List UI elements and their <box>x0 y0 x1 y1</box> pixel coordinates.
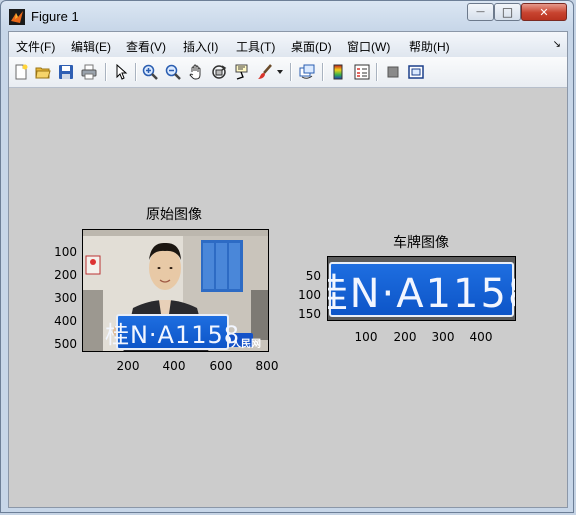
close-icon: ✕ <box>539 5 549 19</box>
right-xtick: 100 <box>354 330 378 344</box>
edit-plot-arrow-icon[interactable] <box>112 63 130 81</box>
menu-view[interactable]: 查看(V) <box>126 38 166 55</box>
window-title: Figure 1 <box>31 9 79 24</box>
toolbar-separator <box>135 63 136 81</box>
close-button[interactable]: ✕ <box>521 3 567 21</box>
menu-bar: 文件(F) 编辑(E) 查看(V) 插入(I) 工具(T) 桌面(D) 窗口(W… <box>9 32 567 58</box>
left-axes-title: 原始图像 <box>146 207 202 223</box>
right-ytick: 100 <box>298 288 321 302</box>
original-image-axes[interactable]: 桂N·A1158 人民网 <box>82 229 269 352</box>
brush-icon[interactable] <box>256 63 274 81</box>
figure-window: Figure 1 — □ ✕ 文件(F) 编辑(E) 查看(V) 插入(I) 工… <box>0 0 574 513</box>
right-ytick: 150 <box>298 307 321 321</box>
open-file-icon[interactable] <box>34 63 52 81</box>
menu-tools[interactable]: 工具(T) <box>236 38 275 55</box>
left-ytick: 500 <box>54 337 77 351</box>
toolbar-separator <box>376 63 377 81</box>
menu-insert[interactable]: 插入(I) <box>183 38 218 55</box>
plate-image-axes[interactable]: 桂N·A1158 <box>327 256 516 321</box>
figure-client-area: 文件(F) 编辑(E) 查看(V) 插入(I) 工具(T) 桌面(D) 窗口(W… <box>8 31 568 508</box>
left-xtick: 800 <box>255 359 279 373</box>
left-plate-text: 桂N·A1158 <box>104 320 241 349</box>
right-plate-text: 桂N·A1158 <box>328 270 515 317</box>
new-figure-icon[interactable] <box>12 63 30 81</box>
left-ytick: 100 <box>54 245 77 259</box>
figure-canvas[interactable]: 原始图像 桂N·A1158 人民网 100 200 300 400 500 20… <box>9 88 567 507</box>
brush-dropdown-icon[interactable] <box>275 63 285 81</box>
left-ytick: 300 <box>54 291 77 305</box>
menu-file[interactable]: 文件(F) <box>16 38 55 55</box>
maximize-icon: □ <box>501 5 514 19</box>
left-ytick: 400 <box>54 314 77 328</box>
left-license-plate: 桂N·A1158 <box>105 314 239 350</box>
matlab-logo-icon <box>9 9 25 25</box>
pan-hand-icon[interactable] <box>187 63 205 81</box>
minimize-icon: — <box>476 7 485 17</box>
zoom-out-icon[interactable] <box>164 63 182 81</box>
show-plot-tools-icon[interactable] <box>407 63 425 81</box>
toolbar-separator <box>290 63 291 81</box>
left-ytick: 200 <box>54 268 77 282</box>
figure-toolbar <box>9 57 567 88</box>
colorbar-icon[interactable] <box>329 63 347 81</box>
right-axes-title: 车牌图像 <box>393 235 449 251</box>
menu-overflow-icon[interactable]: ↘ <box>553 39 561 50</box>
right-xtick: 300 <box>431 330 455 344</box>
print-icon[interactable] <box>80 63 98 81</box>
rotate-3d-icon[interactable] <box>210 63 228 81</box>
menu-desktop[interactable]: 桌面(D) <box>291 38 332 55</box>
zoom-in-icon[interactable] <box>141 63 159 81</box>
left-xtick: 600 <box>209 359 233 373</box>
maximize-button[interactable]: □ <box>494 3 521 21</box>
right-ytick: 50 <box>305 269 321 283</box>
hide-plot-tools-icon[interactable] <box>384 63 402 81</box>
save-icon[interactable] <box>57 63 75 81</box>
right-license-plate: 桂N·A1158 <box>328 262 515 317</box>
left-xtick: 400 <box>162 359 186 373</box>
toolbar-separator <box>105 63 106 81</box>
right-xtick: 200 <box>393 330 417 344</box>
watermark-text: 人民网 <box>231 339 261 350</box>
title-bar[interactable]: Figure 1 — □ ✕ <box>1 1 573 31</box>
legend-icon[interactable] <box>353 63 371 81</box>
right-xtick: 400 <box>469 330 493 344</box>
toolbar-separator <box>322 63 323 81</box>
menu-help[interactable]: 帮助(H) <box>409 38 450 55</box>
minimize-button[interactable]: — <box>467 3 494 21</box>
menu-window[interactable]: 窗口(W) <box>347 38 390 55</box>
left-xtick: 200 <box>116 359 140 373</box>
link-plot-icon[interactable] <box>298 63 316 81</box>
menu-edit[interactable]: 编辑(E) <box>71 38 111 55</box>
data-cursor-icon[interactable] <box>233 63 251 81</box>
